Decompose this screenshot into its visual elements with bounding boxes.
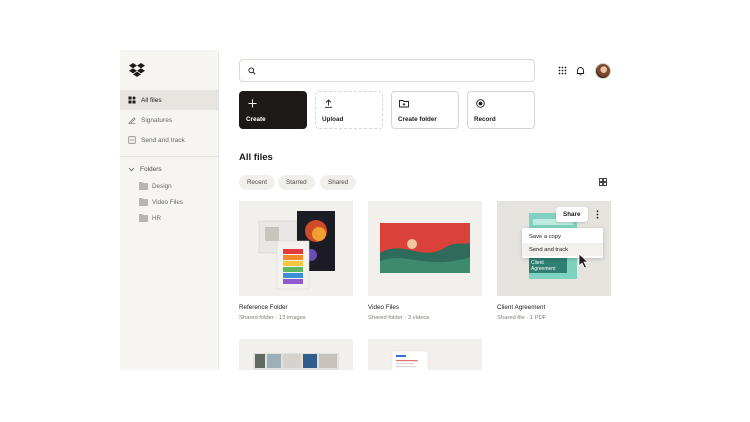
upload-button[interactable]: Upload (315, 91, 383, 129)
card-title: Reference Folder (239, 304, 288, 311)
context-menu: Save a copy Send and track (522, 228, 603, 258)
new-folder-icon (399, 98, 409, 108)
plus-icon (247, 98, 257, 108)
dropbox-logo-icon[interactable] (129, 63, 145, 77)
file-thumbnail (368, 339, 482, 370)
page-title: All files (239, 152, 273, 163)
send-track-icon (128, 136, 136, 144)
folders-label: Folders (140, 166, 162, 173)
sidebar-item-label: Signatures (141, 116, 173, 124)
cursor-pointer-icon (578, 253, 590, 269)
sidebar: All files Signatures Send and track Fold… (120, 50, 219, 370)
card-subtitle: Shared folder · 13 images (239, 315, 306, 321)
create-button[interactable]: Create (239, 91, 307, 129)
sidebar-item-label: All files (141, 96, 162, 104)
card-subtitle: Shared folder · 3 videos (368, 315, 430, 321)
folder-thumbnail (368, 201, 482, 296)
folder-label: Design (152, 183, 172, 190)
sidebar-folder-video-files[interactable]: Video Files (139, 197, 184, 206)
folder-thumbnail (239, 201, 353, 296)
sidebar-item-label: Send and track (141, 136, 185, 144)
sidebar-divider (120, 156, 219, 157)
card-title: Client Agreement (497, 304, 546, 311)
chevron-down-icon (128, 167, 136, 172)
card-subtitle: Shared file · 1 PDF (497, 315, 547, 321)
menu-item-save-a-copy[interactable]: Save a copy (522, 230, 603, 243)
document-title-text: Client Agreement (531, 260, 556, 272)
filter-chip-starred[interactable]: Starred (278, 175, 315, 190)
search-icon (248, 66, 256, 75)
video-preview-image (380, 223, 470, 273)
more-options-icon[interactable] (593, 209, 601, 220)
avatar[interactable] (595, 63, 611, 79)
folder-label: Video Files (152, 199, 184, 206)
all-files-icon (128, 96, 136, 104)
signature-icon (128, 116, 136, 124)
folder-icon (139, 213, 148, 222)
record-button[interactable]: Record (467, 91, 535, 129)
folder-icon (139, 197, 148, 206)
record-icon (475, 98, 485, 108)
reference-collage-image (258, 211, 335, 290)
sidebar-folder-hr[interactable]: HR (139, 213, 162, 222)
app-grid-icon[interactable] (557, 65, 568, 76)
create-folder-button-label: Create folder (398, 116, 437, 123)
card-title: Video Files (368, 304, 400, 311)
sidebar-item-all-files[interactable]: All files (120, 90, 219, 110)
menu-item-send-and-track[interactable]: Send and track (522, 243, 603, 256)
upload-icon (323, 98, 333, 108)
filter-chip-recent[interactable]: Recent (239, 175, 275, 190)
upload-button-label: Upload (322, 116, 344, 123)
create-folder-button[interactable]: Create folder (391, 91, 459, 129)
filter-chip-shared[interactable]: Shared (320, 175, 357, 190)
document-preview-image (391, 350, 429, 370)
folder-label: HR (152, 215, 162, 222)
record-button-label: Record (474, 116, 496, 123)
share-button[interactable]: Share (556, 207, 588, 222)
grid-view-icon[interactable] (599, 178, 607, 186)
file-thumbnail: Client Agreement Share Save a copy Send … (497, 201, 611, 296)
folder-icon (139, 181, 148, 190)
sidebar-item-send-and-track[interactable]: Send and track (120, 130, 219, 150)
search-input[interactable] (239, 59, 535, 82)
create-button-label: Create (246, 116, 266, 123)
folders-toggle[interactable]: Folders (128, 166, 162, 173)
sidebar-item-signatures[interactable]: Signatures (120, 110, 219, 130)
file-thumbnail (239, 339, 353, 370)
app-window: All files Signatures Send and track Fold… (120, 50, 620, 370)
sidebar-folder-design[interactable]: Design (139, 181, 172, 190)
bell-icon[interactable] (575, 65, 586, 76)
building-photo-image (253, 353, 339, 370)
